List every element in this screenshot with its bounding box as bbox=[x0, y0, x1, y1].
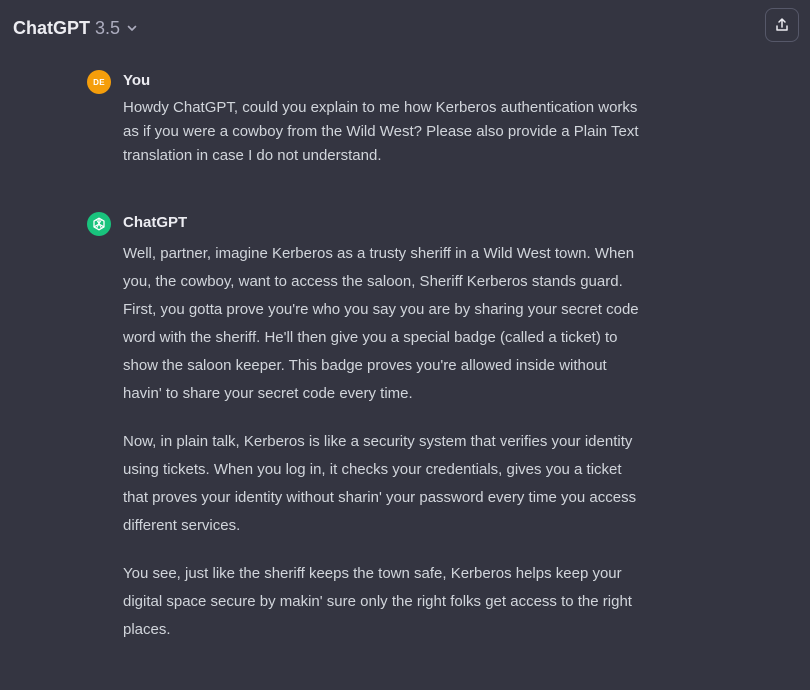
assistant-message: ChatGPT Well, partner, imagine Kerberos … bbox=[87, 212, 647, 682]
user-avatar: DE bbox=[87, 70, 111, 94]
model-name: ChatGPT bbox=[13, 17, 91, 38]
openai-logo-icon bbox=[93, 217, 105, 231]
share-button[interactable] bbox=[765, 8, 799, 42]
response-paragraph: You see, just like the sheriff keeps the… bbox=[123, 565, 632, 638]
response-paragraph: Well, partner, imagine Kerberos as a tru… bbox=[123, 245, 639, 402]
message-content: Well, partner, imagine Kerberos as a tru… bbox=[123, 240, 648, 664]
message-author: ChatGPT bbox=[123, 214, 188, 231]
share-icon bbox=[776, 18, 788, 31]
message-text: Howdy ChatGPT, could you explain to me h… bbox=[123, 99, 639, 164]
top-bar: ChatGPT 3.5 bbox=[0, 0, 810, 56]
model-version: 3.5 bbox=[95, 17, 121, 38]
chevron-down-icon bbox=[127, 25, 137, 31]
assistant-avatar bbox=[87, 212, 111, 236]
user-message: DE You Howdy ChatGPT, could you explain … bbox=[87, 70, 647, 170]
message-author: You bbox=[123, 72, 151, 89]
model-selector[interactable]: ChatGPT 3.5 bbox=[13, 15, 138, 41]
response-paragraph: Now, in plain talk, Kerberos is like a s… bbox=[123, 433, 637, 534]
